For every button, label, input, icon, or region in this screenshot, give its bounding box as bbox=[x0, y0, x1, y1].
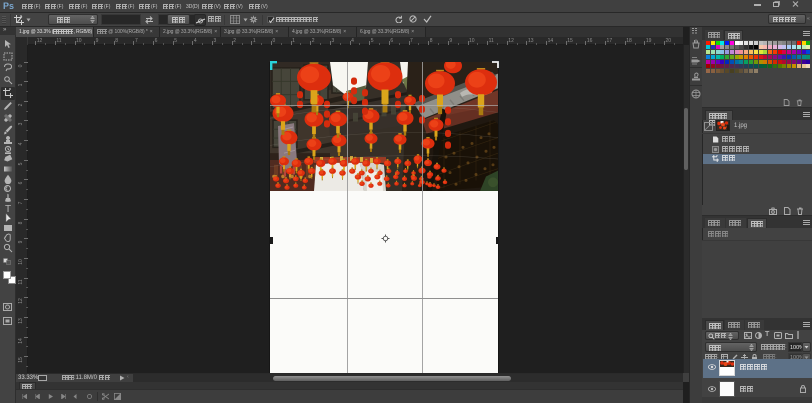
svg-text:T: T bbox=[5, 204, 11, 213]
